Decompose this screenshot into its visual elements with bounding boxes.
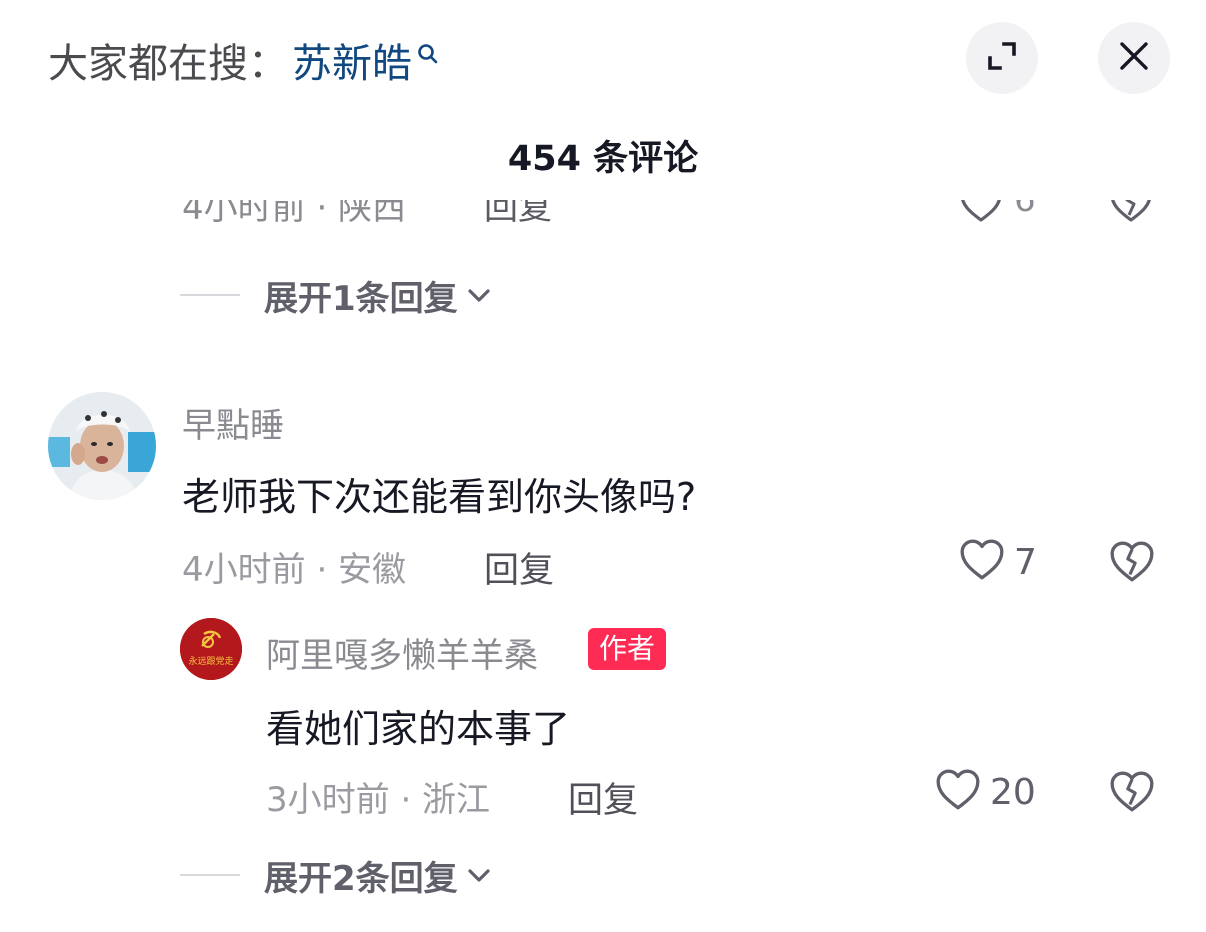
chevron-down-icon xyxy=(466,865,492,885)
like-button[interactable]: 20 xyxy=(934,768,1036,816)
search-icon xyxy=(414,40,442,80)
avatar-caption: 永远跟党走 xyxy=(188,655,233,667)
search-suggestion[interactable]: 大家都在搜： 苏新皓 xyxy=(48,30,442,90)
expand-replies-1[interactable]: 展开1条回复 xyxy=(180,270,492,320)
divider xyxy=(180,294,240,296)
expand-replies-label: 展开2条回复 xyxy=(264,858,458,899)
close-icon xyxy=(1117,39,1151,77)
fullscreen-button[interactable] xyxy=(966,22,1038,94)
reply-button[interactable]: 回复 xyxy=(568,772,638,823)
reply-meta: 3小时前 · 浙江 xyxy=(266,780,491,820)
comment-meta: 4小时前 · 陕西 xyxy=(182,200,407,228)
like-count: 20 xyxy=(990,771,1036,813)
divider xyxy=(180,874,240,876)
heart-icon xyxy=(958,538,1006,586)
author-badge: 作者 xyxy=(588,628,667,670)
like-count: 7 xyxy=(1014,541,1037,583)
reply-button[interactable]: 回复 xyxy=(484,200,552,229)
broken-heart-icon[interactable] xyxy=(1108,200,1154,228)
like-button[interactable]: 7 xyxy=(958,538,1037,586)
like-count: 6 xyxy=(1014,200,1036,220)
heart-icon[interactable] xyxy=(958,200,1004,228)
dislike-button[interactable] xyxy=(1108,770,1156,818)
close-button[interactable] xyxy=(1098,22,1170,94)
reply-username[interactable]: 阿里嘎多懒羊羊桑 xyxy=(266,628,538,677)
avatar[interactable] xyxy=(48,392,156,500)
broken-heart-icon xyxy=(1108,771,1156,818)
expand-replies-label: 展开1条回复 xyxy=(264,278,458,319)
search-suggestion-term[interactable]: 苏新皓 xyxy=(292,31,412,89)
dislike-button[interactable] xyxy=(1108,540,1156,588)
comment-username[interactable]: 早點睡 xyxy=(182,398,284,447)
comment-text: 老师我下次还能看到你头像吗? xyxy=(182,475,697,519)
fullscreen-icon xyxy=(985,39,1019,77)
heart-icon xyxy=(934,768,982,816)
comments-panel: 大家都在搜： 苏新皓 454 条评论 4小时前 · 陕西 回复 6 展开1条回复… xyxy=(0,0,1206,932)
avatar[interactable]: 永远跟党走 xyxy=(180,618,242,680)
broken-heart-icon xyxy=(1108,541,1156,588)
reply-button[interactable]: 回复 xyxy=(484,542,554,593)
scrolled-comment-footer: 4小时前 · 陕西 回复 6 xyxy=(0,200,1206,240)
comment-meta: 4小时前 · 安徽 xyxy=(182,550,407,590)
chevron-down-icon xyxy=(466,285,492,305)
reply-text: 看她们家的本事了 xyxy=(266,707,571,751)
comments-count-title: 454 条评论 xyxy=(507,139,699,179)
search-suggestion-prefix: 大家都在搜： xyxy=(48,41,288,87)
expand-replies-2[interactable]: 展开2条回复 xyxy=(180,850,492,900)
